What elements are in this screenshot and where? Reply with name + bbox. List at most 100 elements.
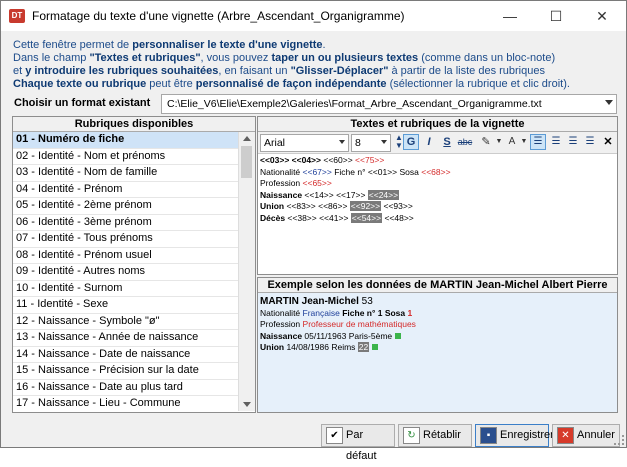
tag-24[interactable]: <<24>> — [367, 189, 400, 200]
exemple-preview: MARTIN Jean-Michel 53 Nationalité França… — [258, 293, 617, 412]
list-item[interactable]: 07 - Identité - Tous prénoms — [13, 231, 250, 248]
font-select[interactable]: Arial — [260, 134, 349, 152]
format-select[interactable]: C:\Elie_V6\Elie\Exemple2\Galeries\Format… — [161, 94, 617, 114]
preview-name: MARTIN Jean-Michel — [260, 296, 359, 307]
tag-68[interactable]: <<68>> — [421, 167, 450, 177]
list-item[interactable]: 09 - Identité - Autres noms — [13, 264, 250, 281]
intro-l2a: Dans le champ — [13, 52, 90, 64]
bold-button[interactable]: G — [403, 134, 419, 150]
text-union: Union — [260, 201, 285, 211]
checkmark-icon: ✔ — [326, 427, 343, 444]
rubriques-list[interactable]: 01 - Numéro de fiche 02 - Identité - Nom … — [13, 132, 250, 411]
scroll-up-icon[interactable] — [243, 136, 251, 141]
list-item[interactable]: 03 - Identité - Nom de famille — [13, 165, 250, 182]
list-item[interactable]: 16 - Naissance - Date au plus tard — [13, 380, 250, 396]
list-item[interactable]: 08 - Identité - Prénom usuel — [13, 248, 250, 264]
tag-54[interactable]: <<54>> — [350, 212, 383, 223]
default-button[interactable]: ✔ Par défaut — [321, 424, 395, 462]
list-item[interactable]: 05 - Identité - 2ème prénom — [13, 198, 250, 215]
dialog-window: DT Formatage du texte d'une vignette (Ar… — [0, 0, 627, 462]
list-item[interactable]: 06 - Identité - 3ème prénom — [13, 215, 250, 231]
intro-l4b: peut être — [146, 78, 196, 90]
scroll-down-icon[interactable] — [243, 402, 251, 407]
list-item[interactable]: 10 - Identité - Surnom — [13, 281, 250, 297]
italic-button[interactable]: I — [421, 134, 437, 150]
text-naissance: Naissance — [260, 189, 303, 200]
tag-04[interactable]: <<04>> — [289, 155, 323, 165]
scroll-thumb[interactable] — [241, 146, 252, 178]
preview-age: 53 — [358, 296, 373, 307]
tag-14-17[interactable]: <<14>> <<17>> — [302, 190, 368, 200]
list-item[interactable]: 17 - Naissance - Lieu - Commune — [13, 396, 250, 411]
intro-l2d: taper un ou plusieurs textes — [271, 52, 419, 64]
preview-line: Profession Professeur de mathématiques — [260, 319, 615, 331]
editor-line: <<03>> <<04>> <<60>> <<75>> — [260, 155, 615, 167]
tag-65[interactable]: <<65>> — [303, 178, 332, 188]
intro-l3b: y introduire les rubriques souhaitées — [25, 65, 219, 77]
minimize-button[interactable]: — — [487, 1, 533, 31]
list-item[interactable]: 01 - Numéro de fiche — [13, 132, 250, 149]
chevron-down-icon[interactable] — [605, 100, 613, 105]
intro-l4d: (sélectionner la rubrique et clic droit)… — [386, 78, 570, 90]
textes-editor[interactable]: <<03>> <<04>> <<60>> <<75>> Nationalité … — [260, 155, 615, 255]
align-right-icon[interactable]: ☰ — [565, 134, 581, 150]
cancel-icon: ✕ — [557, 427, 574, 444]
tag-67[interactable]: <<67>> — [303, 167, 332, 177]
refresh-icon: ↻ — [403, 427, 420, 444]
clear-format-button[interactable]: ✕ — [600, 134, 616, 150]
strikethrough-button[interactable]: abc — [457, 134, 473, 150]
list-item[interactable]: 04 - Identité - Prénom — [13, 182, 250, 198]
align-justify-icon[interactable]: ☰ — [582, 134, 598, 150]
chevron-down-icon[interactable] — [381, 140, 387, 144]
format-value: C:\Elie_V6\Elie\Exemple2\Galeries\Format… — [167, 98, 542, 110]
preview-sosa: 1 — [407, 307, 413, 318]
align-center-icon[interactable]: ☰ — [548, 134, 564, 150]
resize-grip[interactable] — [614, 435, 624, 445]
save-button[interactable]: ▪ Enregistrer — [475, 424, 554, 447]
cancel-label: Annuler — [577, 429, 615, 441]
close-button[interactable]: ✕ — [579, 1, 625, 31]
font-value: Arial — [264, 137, 286, 149]
editor-line: Nationalité <<67>> Fiche n° <<01>> Sosa … — [260, 167, 615, 179]
tag-03[interactable]: <<03>> — [260, 155, 289, 165]
tag-48[interactable]: <<48>> — [382, 213, 413, 223]
tag-83-86[interactable]: <<83>> <<86>> — [284, 201, 350, 211]
cancel-button[interactable]: ✕ Annuler — [552, 424, 620, 447]
text-fiche-sosa: Fiche n° <<01>> Sosa — [331, 166, 422, 177]
save-label: Enregistrer — [500, 429, 554, 441]
intro-l3a: et — [13, 65, 26, 77]
list-item[interactable]: 15 - Naissance - Précision sur la date — [13, 363, 250, 380]
tag-93[interactable]: <<93>> — [381, 201, 412, 211]
preview-union: 14/08/1986 Reims — [284, 342, 358, 352]
list-item[interactable]: 13 - Naissance - Année de naissance — [13, 330, 250, 347]
intro-l2e: (comme dans un bloc-note) — [418, 52, 556, 64]
tag-75[interactable]: <<75>> — [353, 155, 384, 165]
maximize-button[interactable]: ☐ — [533, 1, 579, 31]
preview-nat-label: Nationalité — [260, 307, 303, 318]
preview-line: MARTIN Jean-Michel 53 — [260, 296, 615, 308]
underline-button[interactable]: S — [439, 134, 455, 150]
rubriques-header: Rubriques disponibles — [13, 117, 255, 132]
tag-92[interactable]: <<92>> — [349, 201, 382, 211]
format-label: Choisir un format existant — [14, 97, 151, 109]
textes-header: Textes et rubriques de la vignette — [258, 117, 617, 132]
list-item[interactable]: 12 - Naissance - Symbole "ø" — [13, 314, 250, 330]
size-select[interactable]: 8 — [351, 134, 391, 152]
list-item[interactable]: 02 - Identité - Nom et prénoms — [13, 149, 250, 165]
text-deces: Décès — [260, 212, 286, 223]
rubriques-scrollbar[interactable] — [238, 132, 255, 411]
restore-button[interactable]: ↻ Rétablir — [398, 424, 472, 447]
intro-l4a: Chaque texte ou rubrique — [13, 78, 147, 90]
intro-l4c: personnalisé de façon indépendante — [195, 78, 387, 90]
preview-line: Naissance 05/11/1963 Paris-5ème — [260, 331, 615, 343]
list-item[interactable]: 14 - Naissance - Date de naissance — [13, 347, 250, 363]
intro-l3e: à partir de la liste des rubriques — [388, 65, 545, 77]
intro-l1c: . — [322, 39, 326, 51]
title-bar: DT Formatage du texte d'une vignette (Ar… — [1, 1, 626, 31]
editor-line: Union <<83>> <<86>> <<92>> <<93>> — [260, 201, 615, 213]
list-item[interactable]: 11 - Identité - Sexe — [13, 297, 250, 314]
tag-60[interactable]: <<60>> — [323, 155, 352, 165]
align-left-icon[interactable]: ☰ — [530, 134, 546, 150]
chevron-down-icon[interactable] — [339, 140, 345, 144]
tag-38-41[interactable]: <<38>> <<41>> — [285, 213, 351, 223]
